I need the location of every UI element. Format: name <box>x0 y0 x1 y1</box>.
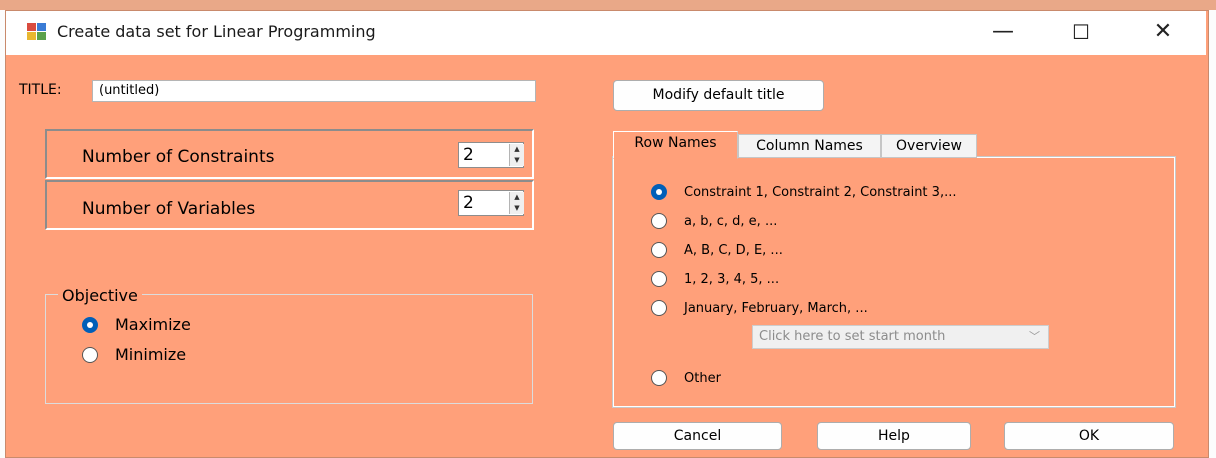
ok-button[interactable]: OK <box>1004 422 1174 450</box>
tab-row-names[interactable]: Row Names <box>613 131 738 159</box>
minimize-label[interactable]: Minimize <box>115 345 186 364</box>
help-button[interactable]: Help <box>817 422 971 450</box>
chevron-down-icon[interactable]: ﹀ <box>1029 326 1040 348</box>
spin-up-icon[interactable]: ▲ <box>510 144 524 155</box>
close-icon[interactable]: ✕ <box>1140 14 1186 52</box>
constraints-spin-buttons[interactable]: ▲ ▼ <box>509 144 524 166</box>
variables-spin-buttons[interactable]: ▲ ▼ <box>509 192 524 214</box>
modify-title-button[interactable]: Modify default title <box>613 80 824 111</box>
variables-value: 2 <box>463 193 474 213</box>
objective-legend: Objective <box>58 286 142 305</box>
spin-down-icon[interactable]: ▼ <box>510 155 524 166</box>
row-option-other-radio[interactable] <box>651 370 667 386</box>
row-option-numeric-radio[interactable] <box>651 271 667 287</box>
tab-column-names[interactable]: Column Names <box>738 134 881 158</box>
maximize-label[interactable]: Maximize <box>115 315 191 334</box>
title-label: TITLE: <box>19 82 62 98</box>
start-month-combo[interactable]: Click here to set start month ﹀ <box>752 325 1049 349</box>
cancel-button[interactable]: Cancel <box>613 422 782 450</box>
variables-label: Number of Variables <box>82 199 256 219</box>
row-option-constraint-label[interactable]: Constraint 1, Constraint 2, Constraint 3… <box>684 185 956 200</box>
constraints-label: Number of Constraints <box>82 147 275 167</box>
maximize-icon[interactable]: ☐ <box>1058 14 1104 52</box>
constraints-value: 2 <box>463 145 474 165</box>
row-option-numeric-label[interactable]: 1, 2, 3, 4, 5, ... <box>684 272 779 287</box>
maximize-radio[interactable] <box>82 317 98 333</box>
app-icon <box>27 23 47 41</box>
minimize-radio[interactable] <box>82 347 98 363</box>
row-option-upper-label[interactable]: A, B, C, D, E, ... <box>684 243 783 258</box>
minimize-icon[interactable]: — <box>980 14 1026 52</box>
row-option-upper-radio[interactable] <box>651 242 667 258</box>
row-option-months-radio[interactable] <box>651 300 667 316</box>
constraints-spinner[interactable]: 2 ▲ ▼ <box>458 142 524 168</box>
row-option-constraint-radio[interactable] <box>651 184 667 200</box>
spin-up-icon[interactable]: ▲ <box>510 192 524 203</box>
tab-overview[interactable]: Overview <box>881 134 977 158</box>
start-month-placeholder: Click here to set start month <box>759 329 946 344</box>
variables-spinner[interactable]: 2 ▲ ▼ <box>458 190 524 216</box>
title-input[interactable]: (untitled) <box>92 80 536 102</box>
row-option-months-label[interactable]: January, February, March, ... <box>684 301 868 316</box>
spin-down-icon[interactable]: ▼ <box>510 203 524 214</box>
row-option-lower-radio[interactable] <box>651 213 667 229</box>
row-option-lower-label[interactable]: a, b, c, d, e, ... <box>684 214 777 229</box>
background-strip <box>0 0 1216 10</box>
window-title: Create data set for Linear Programming <box>57 22 376 41</box>
row-option-other-label[interactable]: Other <box>684 371 721 386</box>
